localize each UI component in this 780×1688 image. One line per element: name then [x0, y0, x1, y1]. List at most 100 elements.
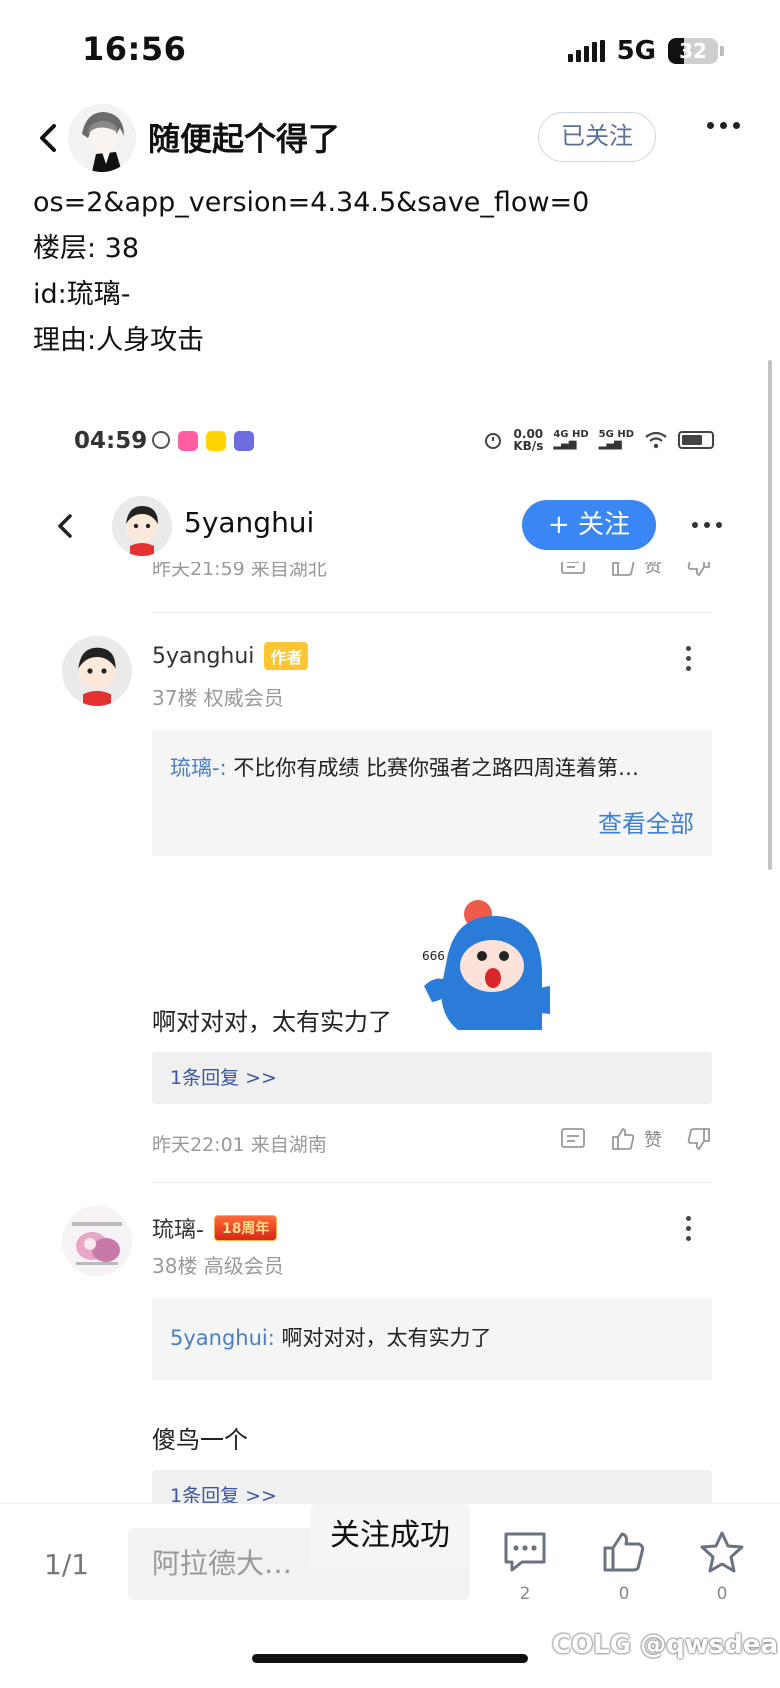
cartoon-avatar	[112, 496, 172, 556]
view-all-link: 查看全部	[598, 810, 694, 838]
screenshot-system-icons: 0.00 KB/s 4G HD ▂▄▆ 5G HD ▂▄▆	[483, 428, 714, 452]
thumb-up-icon	[612, 562, 635, 576]
screenshot-user-name: 5yanghui	[184, 506, 315, 539]
star-count: 0	[716, 1584, 728, 1604]
like-label: 赞	[644, 1130, 662, 1151]
reply-icon	[560, 562, 586, 577]
embedded-screenshot: 04:59 0.00 KB/s 4G HD ▂▄▆ 5G HD ▂▄▆ 5yan…	[0, 400, 780, 1504]
comment-floor-info: 37楼 权威会员	[152, 686, 284, 710]
tieba-icon	[234, 431, 254, 451]
signal-4g-icon: 4G HD ▂▄▆	[553, 429, 589, 450]
quote-line: 琉璃-: 不比你有成绩 比赛你强者之路四周连着第…	[170, 752, 690, 782]
thumb-up-icon	[603, 1532, 645, 1572]
reply-link: 1条回复 >>	[152, 1470, 712, 1504]
comment-avatar	[62, 1206, 132, 1276]
watermark: COLG @qwsdea	[552, 1630, 779, 1660]
status-icons: 5G 32	[567, 36, 724, 66]
comment-username: 5yanghui	[152, 643, 255, 669]
comment-button[interactable]: 2	[495, 1530, 555, 1604]
reply-icon	[560, 1127, 586, 1151]
anniversary-badge: 18周年	[213, 1215, 278, 1241]
quote-text: 不比你有成绩 比赛你强者之路四周连着第…	[226, 756, 640, 780]
yy-icon	[206, 431, 226, 451]
battery-icon: 32	[668, 38, 718, 64]
svg-text:666: 666	[422, 949, 445, 963]
screenshot-follow-button: + 关注	[522, 500, 656, 550]
comment-floor-info: 38楼 高级会员	[152, 1254, 284, 1278]
screenshot-nav: 5yanghui + 关注	[0, 492, 780, 562]
quote-line: 5yanghui: 啊对对对，太有实力了	[170, 1322, 690, 1352]
star-icon	[700, 1531, 744, 1573]
screenshot-user-avatar	[112, 496, 172, 556]
chevron-left-icon	[58, 514, 72, 538]
comment-icon	[504, 1532, 546, 1572]
post-line-reason: 理由:人身攻击	[33, 325, 205, 356]
followed-button[interactable]: 已关注	[538, 112, 656, 162]
favorite-button[interactable]: 0	[692, 1530, 752, 1604]
like-button[interactable]: 0	[594, 1530, 654, 1604]
author-name[interactable]: 随便起个得了	[148, 114, 340, 160]
author-badge: 作者	[264, 642, 309, 670]
home-indicator[interactable]	[252, 1654, 528, 1663]
sticker-icon: 666	[422, 900, 550, 1030]
comment-text: 啊对对对，太有实力了	[152, 1008, 392, 1036]
battery-percent: 32	[679, 39, 707, 63]
post-content: os=2&app_version=4.34.5&save_flow=0 楼层: …	[33, 180, 589, 364]
chevron-left-icon	[40, 124, 56, 152]
quote-text: 啊对对对，太有实力了	[274, 1326, 492, 1350]
wifi-icon	[645, 431, 667, 449]
screenshot-more-icon	[692, 522, 722, 528]
comment-username: 琉璃-	[152, 1218, 204, 1243]
comment-meta: 昨天22:01 来自湖南 赞	[152, 1126, 712, 1158]
quote-username: 琉璃-:	[170, 756, 227, 780]
toast-message: 关注成功	[310, 1504, 470, 1568]
avatar-illustration	[68, 104, 136, 172]
comment-more-icon	[686, 646, 691, 671]
status-bar: 16:56 5G 32	[0, 0, 780, 100]
top-nav: 随便起个得了 已关注	[0, 100, 780, 180]
divider	[152, 1182, 712, 1183]
page-indicator[interactable]: 1/1	[44, 1548, 89, 1581]
quote-box: 5yanghui: 啊对对对，太有实力了	[152, 1298, 712, 1380]
like-label: 赞	[644, 562, 662, 577]
back-button[interactable]	[30, 118, 70, 158]
status-time: 16:56	[82, 30, 187, 68]
dislike-icon	[686, 1127, 712, 1151]
cartoon-avatar	[62, 636, 132, 706]
like-action: 赞	[610, 562, 662, 578]
signal-icon	[567, 40, 605, 62]
divider	[152, 612, 712, 613]
dot-icon	[707, 122, 714, 129]
screenshot-battery-icon	[678, 431, 714, 449]
comment-user-row: 琉璃- 18周年	[152, 1212, 278, 1244]
post-line-id: id:琉璃-	[33, 279, 131, 310]
comment-text: 傻鸟一个	[152, 1426, 248, 1454]
like-count: 0	[618, 1584, 630, 1604]
prev-comment-time: 昨天21:59 来自湖北	[152, 562, 327, 580]
more-options-button[interactable]	[707, 122, 740, 129]
signal-5g-icon: 5G HD ▂▄▆	[598, 429, 634, 450]
dot-icon	[720, 122, 727, 129]
anime-avatar	[62, 1206, 132, 1276]
notification-icons	[152, 431, 254, 451]
screenshot-status-time: 04:59	[74, 428, 148, 454]
bilibili-icon	[178, 431, 198, 451]
battery-tip	[720, 46, 724, 56]
reply-link: 1条回复 >>	[152, 1052, 712, 1104]
dot-icon	[733, 122, 740, 129]
prev-comment-meta: 昨天21:59 来自湖北 赞	[152, 562, 712, 584]
alarm-icon	[485, 433, 502, 449]
dislike-icon	[686, 562, 712, 577]
thumb-up-icon	[612, 1127, 635, 1150]
network-type: 5G	[616, 36, 656, 66]
comment-avatar	[62, 636, 132, 706]
comment-actions: 赞	[560, 1126, 712, 1152]
post-line-floor: 楼层: 38	[33, 233, 140, 264]
comment-user-row: 5yanghui 作者	[152, 642, 309, 670]
network-speed: 0.00 KB/s	[513, 427, 544, 453]
screenshot-status-bar: 04:59 0.00 KB/s 4G HD ▂▄▆ 5G HD ▂▄▆	[74, 428, 714, 458]
quote-username: 5yanghui:	[170, 1326, 275, 1350]
comment-count: 2	[519, 1584, 531, 1604]
author-avatar[interactable]	[68, 104, 136, 172]
comment-more-icon	[686, 1216, 691, 1241]
